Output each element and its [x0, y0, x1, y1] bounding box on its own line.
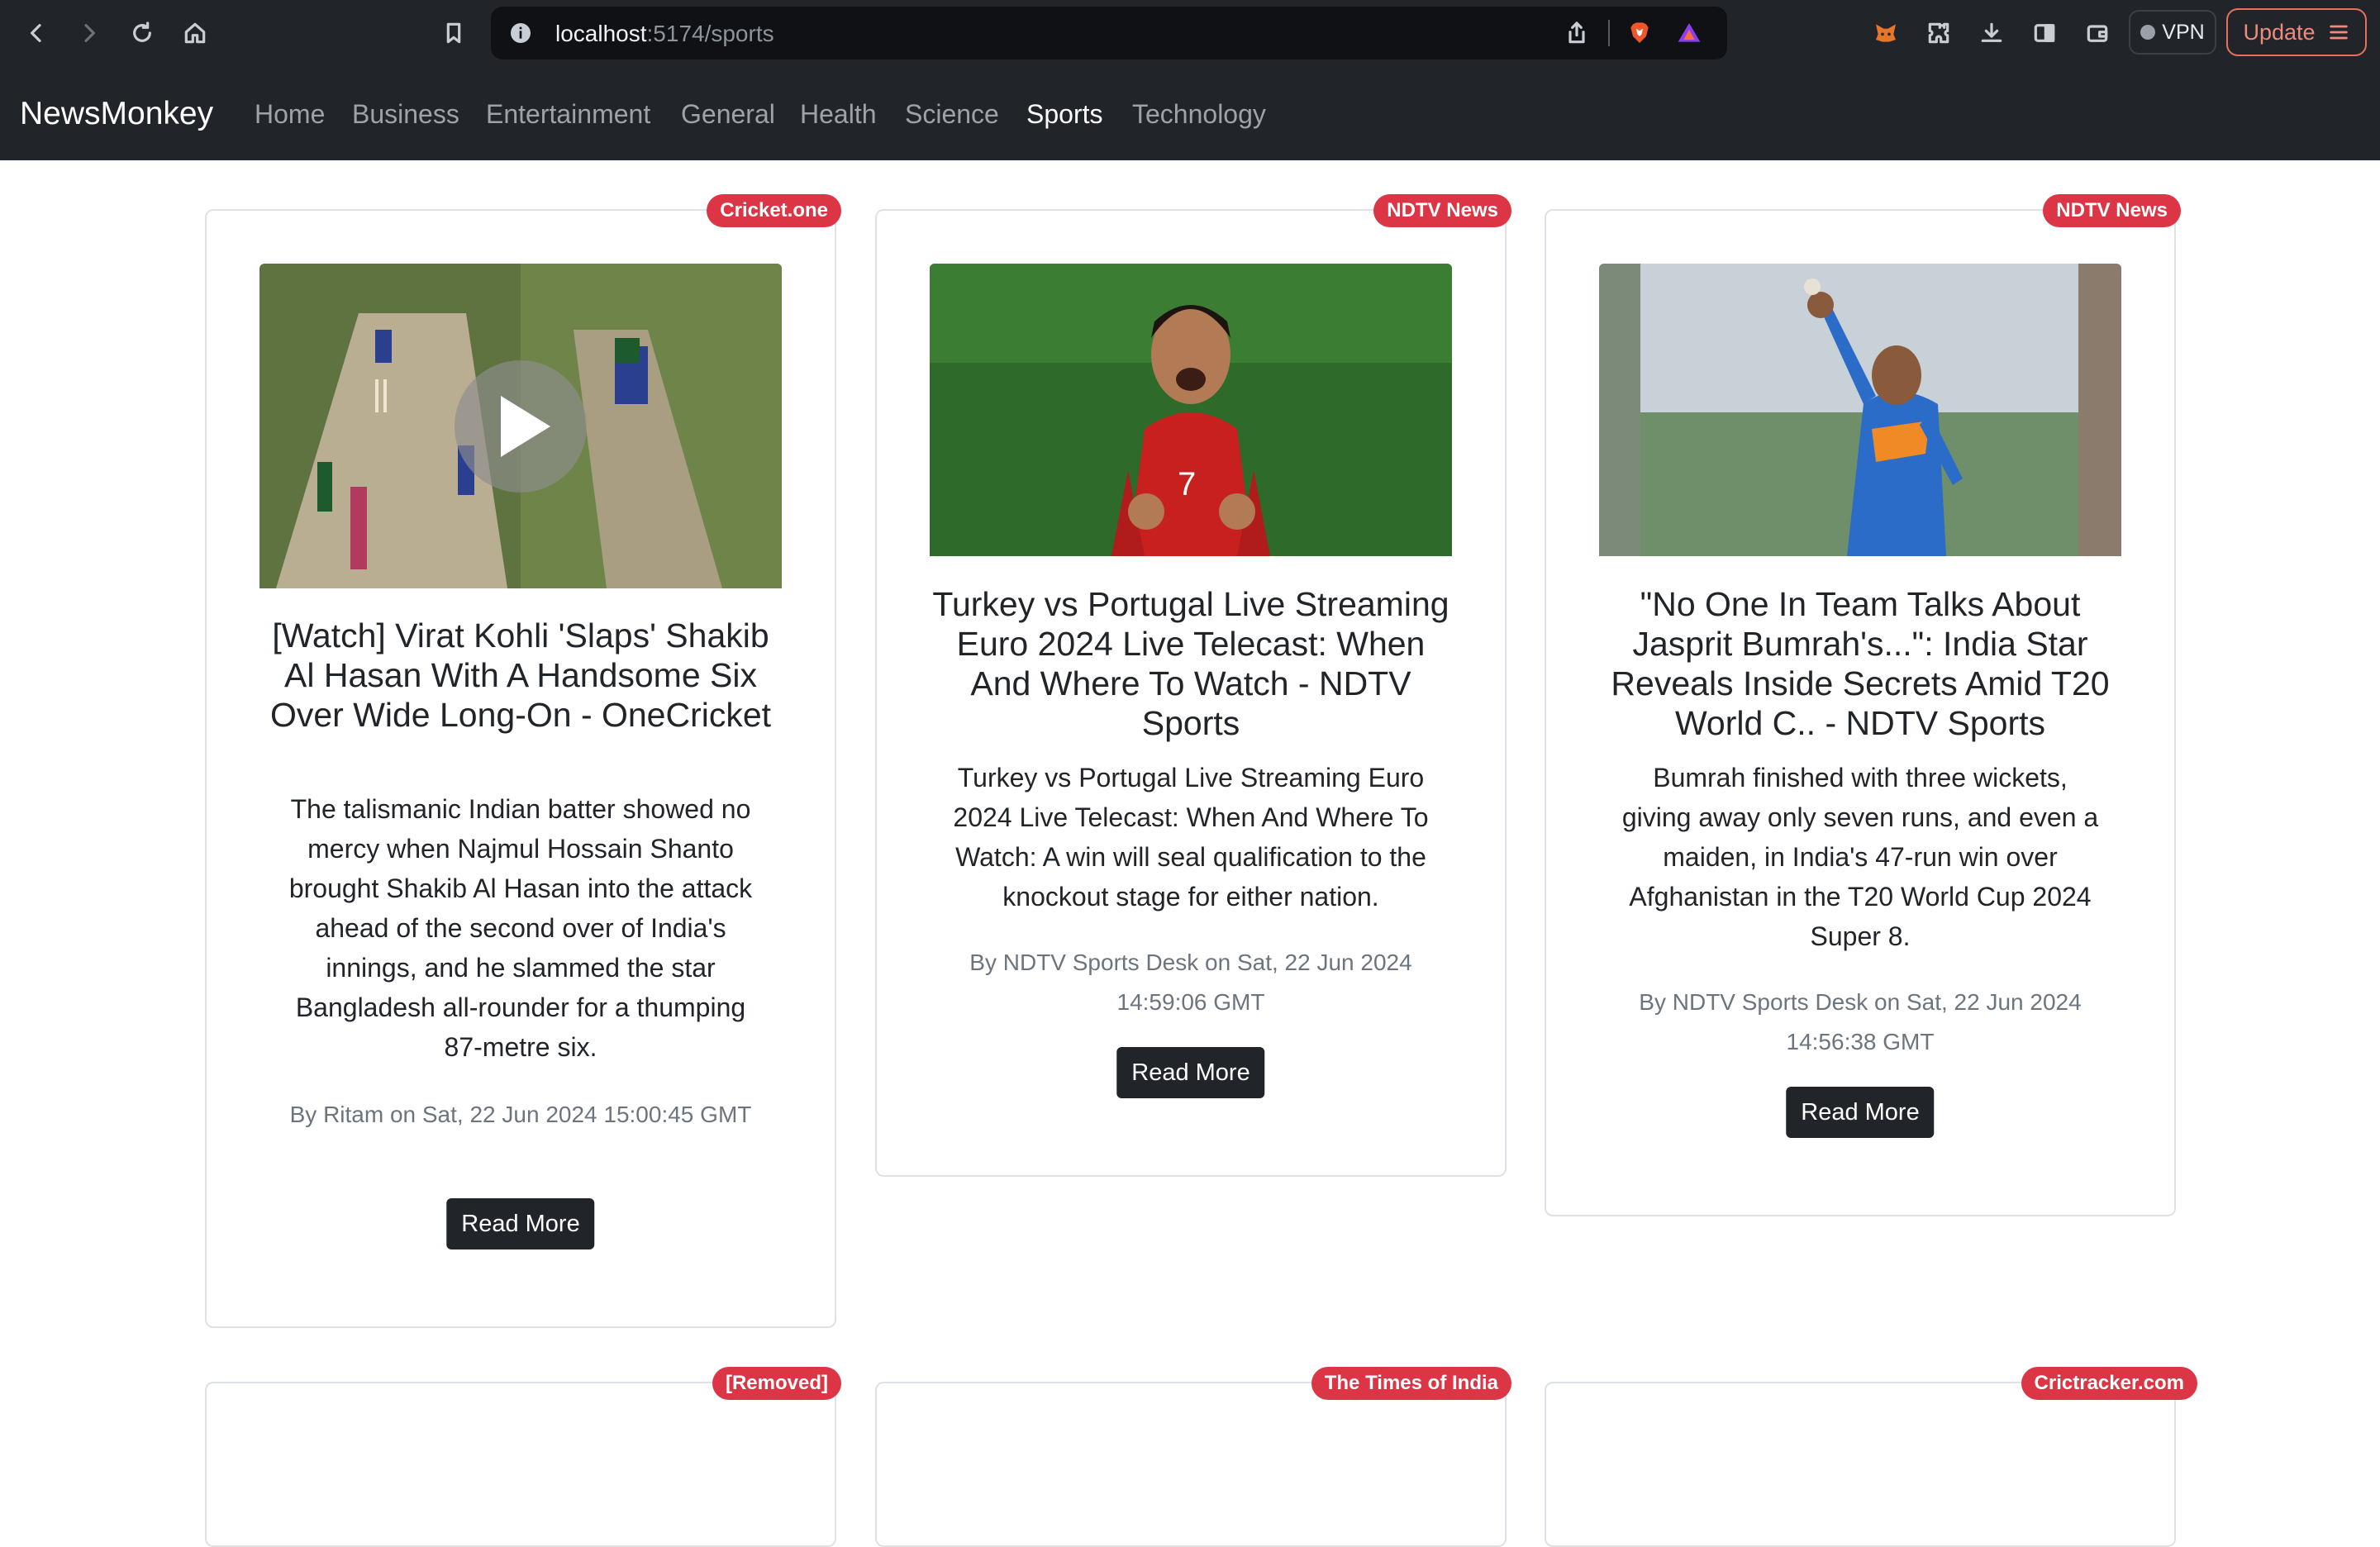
download-icon[interactable]	[1972, 13, 2011, 53]
vpn-button[interactable]: VPN	[2129, 10, 2216, 55]
brand-logo[interactable]: NewsMonkey	[20, 96, 213, 132]
nav-home[interactable]: Home	[255, 99, 325, 130]
nav-science[interactable]: Science	[905, 99, 999, 130]
source-badge: NDTV News	[1373, 194, 1511, 227]
news-card: [Removed]	[205, 1367, 841, 1547]
article-title: "No One In Team Talks About Jasprit Bumr…	[1611, 585, 2110, 742]
article-meta: By NDTV Sports Desk on Sat, 22 Jun 2024 …	[1639, 989, 2082, 1054]
url-text: localhost:5174/sports	[555, 21, 774, 47]
vpn-status-icon	[2140, 25, 2156, 40]
url-host: localhost	[555, 21, 647, 46]
source-badge: Cricket.one	[707, 194, 841, 227]
home-icon[interactable]	[175, 13, 215, 53]
urlbar-divider	[1608, 20, 1610, 46]
article-description: The talismanic Indian batter showed no m…	[288, 794, 753, 1062]
source-badge: Crictracker.com	[2021, 1367, 2197, 1400]
update-label: Update	[2243, 19, 2316, 45]
extensions-icon[interactable]	[1919, 13, 1959, 53]
nav-general[interactable]: General	[681, 99, 775, 130]
read-more-button[interactable]: Read More	[1116, 1047, 1265, 1098]
article-image	[1599, 264, 2121, 556]
brave-shield-icon[interactable]	[1620, 13, 1659, 53]
article-title: Turkey vs Portugal Live Streaming Euro 2…	[932, 585, 1449, 742]
article-meta: By NDTV Sports Desk on Sat, 22 Jun 2024 …	[969, 950, 1412, 1015]
menu-icon	[2329, 25, 2348, 40]
article-image: 7	[930, 264, 1452, 556]
article-image	[259, 264, 782, 588]
svg-text:7: 7	[1178, 466, 1196, 502]
update-button[interactable]: Update	[2226, 8, 2367, 56]
wallet-icon[interactable]	[2078, 13, 2117, 53]
article-meta: By Ritam on Sat, 22 Jun 2024 15:00:45 GM…	[289, 1102, 752, 1127]
news-card: NDTV News "No One In Team Talks About Ja…	[1545, 194, 2181, 1216]
site-info-icon[interactable]	[501, 13, 540, 53]
source-badge: NDTV News	[2043, 194, 2181, 227]
source-badge: The Times of India	[1311, 1367, 1511, 1400]
forward-icon[interactable]	[69, 13, 109, 53]
vpn-label: VPN	[2162, 20, 2205, 44]
article-title: [Watch] Virat Kohli 'Slaps' Shakib Al Ha…	[269, 616, 772, 734]
source-badge: [Removed]	[712, 1367, 841, 1400]
wallet-fox-icon[interactable]	[1866, 13, 1906, 53]
nav-entertainment[interactable]: Entertainment	[486, 99, 650, 130]
article-description: Turkey vs Portugal Live Streaming Euro 2…	[953, 763, 1429, 912]
bookmark-icon[interactable]	[434, 13, 474, 53]
app-navbar: NewsMonkey Home Business Entertainment G…	[0, 66, 2380, 160]
share-icon[interactable]	[1557, 13, 1597, 53]
nav-business[interactable]: Business	[352, 99, 459, 130]
nav-sports[interactable]: Sports	[1026, 99, 1102, 130]
news-card: NDTV News 7 Turkey vs Portugal Live Stre…	[875, 194, 1511, 1177]
nav-health[interactable]: Health	[800, 99, 877, 130]
reload-icon[interactable]	[122, 13, 162, 53]
back-icon[interactable]	[17, 13, 56, 53]
read-more-button[interactable]: Read More	[446, 1198, 595, 1250]
nav-technology[interactable]: Technology	[1132, 99, 1266, 130]
article-description: Bumrah finished with three wickets, givi…	[1621, 763, 2099, 951]
browser-toolbar: localhost:5174/sports VPN Update	[0, 0, 2380, 66]
news-card: Crictracker.com	[1545, 1367, 2197, 1547]
sidebar-icon[interactable]	[2025, 13, 2064, 53]
url-path: :5174/sports	[646, 21, 774, 46]
rewards-icon[interactable]	[1669, 13, 1709, 53]
news-card: The Times of India	[875, 1367, 1511, 1547]
address-bar[interactable]: localhost:5174/sports	[491, 7, 1727, 60]
read-more-button[interactable]: Read More	[1786, 1087, 1935, 1138]
news-card: Cricket.one [Watch] Virat Kohli 'Slaps' …	[205, 194, 841, 1328]
